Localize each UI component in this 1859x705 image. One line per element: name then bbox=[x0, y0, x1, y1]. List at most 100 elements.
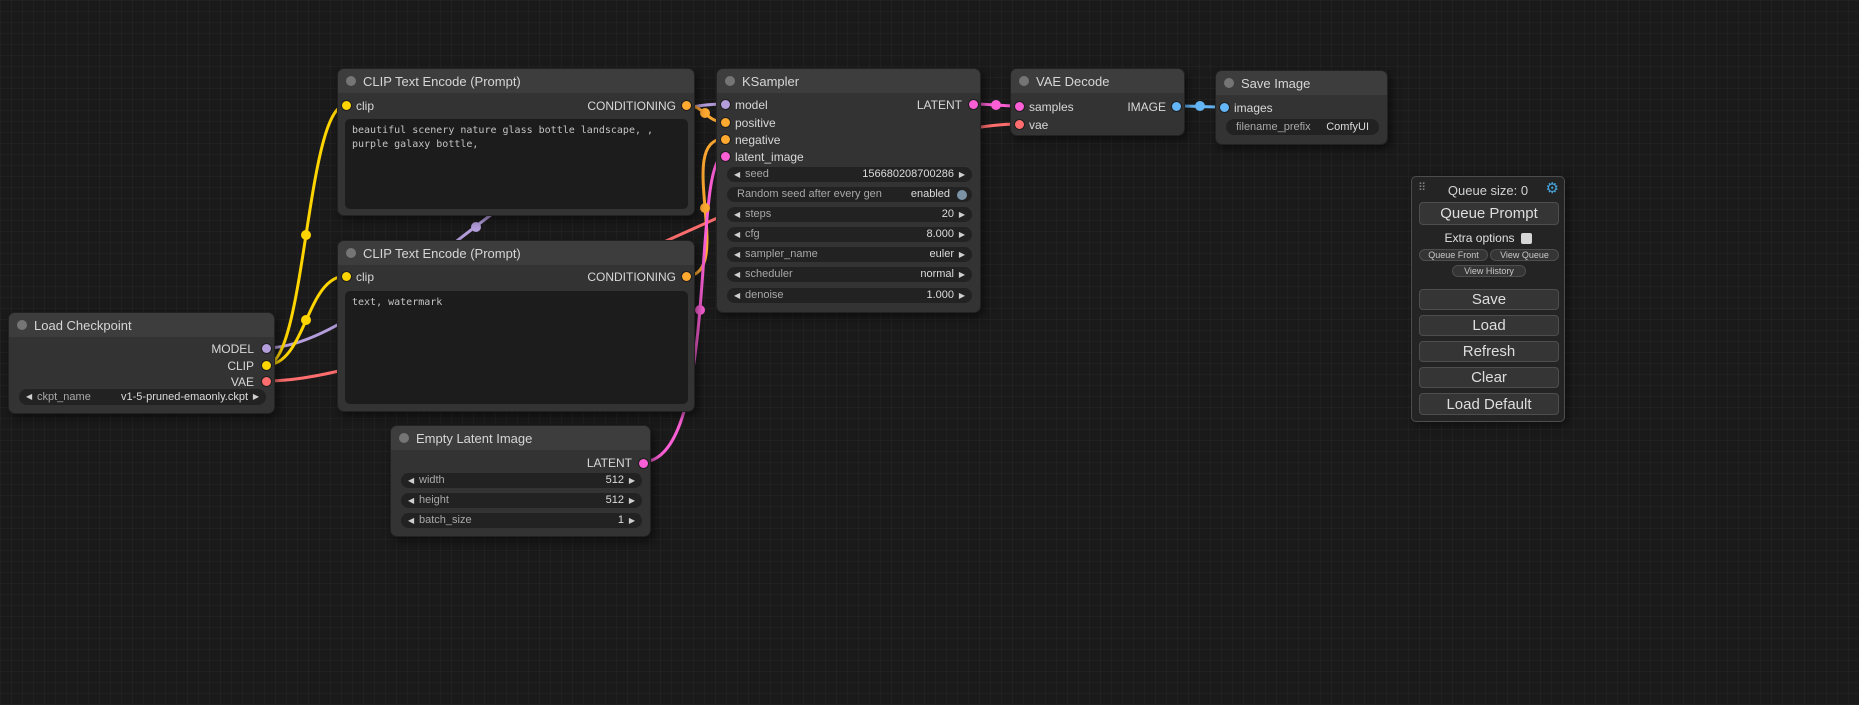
queue-front-button[interactable]: Queue Front bbox=[1419, 249, 1488, 261]
collapse-dot-icon[interactable] bbox=[17, 320, 27, 330]
decrement-arrow-icon[interactable]: ◀ bbox=[408, 513, 414, 528]
view-history-button[interactable]: View History bbox=[1452, 265, 1526, 277]
node-header[interactable]: CLIP Text Encode (Prompt) bbox=[338, 241, 694, 265]
collapse-dot-icon[interactable] bbox=[1224, 78, 1234, 88]
node-save-image[interactable]: Save Image images filename_prefix ComfyU… bbox=[1215, 70, 1388, 145]
refresh-button[interactable]: Refresh bbox=[1419, 341, 1559, 362]
increment-arrow-icon[interactable]: ▶ bbox=[959, 207, 965, 222]
widget-sampler-name[interactable]: ◀ sampler_name euler ▶ bbox=[727, 247, 972, 262]
input-label-samples: samples bbox=[1029, 100, 1074, 114]
wire-midpoint-dot bbox=[301, 315, 311, 325]
decrement-arrow-icon[interactable]: ◀ bbox=[408, 473, 414, 488]
decrement-arrow-icon[interactable]: ◀ bbox=[734, 167, 740, 182]
collapse-dot-icon[interactable] bbox=[346, 76, 356, 86]
view-queue-button[interactable]: View Queue bbox=[1490, 249, 1559, 261]
widget-filename-prefix[interactable]: filename_prefix ComfyUI bbox=[1226, 119, 1379, 135]
output-port-vae[interactable] bbox=[262, 377, 271, 386]
prev-arrow-icon[interactable]: ◀ bbox=[734, 267, 740, 282]
output-port-conditioning[interactable] bbox=[682, 272, 691, 281]
decrement-arrow-icon[interactable]: ◀ bbox=[734, 207, 740, 222]
input-port-latent-image[interactable] bbox=[721, 152, 730, 161]
widget-width[interactable]: ◀ width 512 ▶ bbox=[401, 473, 642, 488]
widget-label: scheduler bbox=[745, 267, 793, 282]
input-port-positive[interactable] bbox=[721, 118, 730, 127]
widget-random-seed[interactable]: Random seed after every gen enabled bbox=[727, 187, 972, 202]
node-vae-decode[interactable]: VAE Decode samples vae IMAGE bbox=[1010, 68, 1185, 136]
input-port-vae[interactable] bbox=[1015, 120, 1024, 129]
prompt-textarea[interactable]: beautiful scenery nature glass bottle la… bbox=[345, 119, 688, 209]
widget-label: sampler_name bbox=[745, 247, 818, 262]
input-port-model[interactable] bbox=[721, 100, 730, 109]
toggle-dot-icon[interactable] bbox=[957, 190, 967, 200]
node-ksampler[interactable]: KSampler model positive negative latent_… bbox=[716, 68, 981, 313]
node-load-checkpoint[interactable]: Load Checkpoint MODEL CLIP VAE ◀ ckpt_na… bbox=[8, 312, 275, 414]
input-port-clip[interactable] bbox=[342, 272, 351, 281]
node-header[interactable]: Empty Latent Image bbox=[391, 426, 650, 450]
output-port-image[interactable] bbox=[1172, 102, 1181, 111]
collapse-dot-icon[interactable] bbox=[1019, 76, 1029, 86]
node-header[interactable]: KSampler bbox=[717, 69, 980, 93]
output-port-conditioning[interactable] bbox=[682, 101, 691, 110]
output-port-clip[interactable] bbox=[262, 361, 271, 370]
clear-button[interactable]: Clear bbox=[1419, 367, 1559, 388]
output-port-latent[interactable] bbox=[639, 459, 648, 468]
node-clip-text-encode-positive[interactable]: CLIP Text Encode (Prompt) clip CONDITION… bbox=[337, 68, 695, 216]
widget-value: normal bbox=[920, 267, 954, 282]
node-header[interactable]: Load Checkpoint bbox=[9, 313, 274, 337]
save-button[interactable]: Save bbox=[1419, 289, 1559, 310]
prompt-textarea[interactable]: text, watermark bbox=[345, 291, 688, 404]
next-arrow-icon[interactable]: ▶ bbox=[959, 247, 965, 262]
load-button[interactable]: Load bbox=[1419, 315, 1559, 336]
wire-midpoint-dot bbox=[700, 108, 710, 118]
next-arrow-icon[interactable]: ▶ bbox=[253, 389, 259, 405]
widget-value: euler bbox=[930, 247, 954, 262]
increment-arrow-icon[interactable]: ▶ bbox=[959, 288, 965, 303]
node-empty-latent-image[interactable]: Empty Latent Image LATENT ◀ width 512 ▶ … bbox=[390, 425, 651, 537]
widget-cfg[interactable]: ◀ cfg 8.000 ▶ bbox=[727, 227, 972, 242]
widget-scheduler[interactable]: ◀ scheduler normal ▶ bbox=[727, 267, 972, 282]
decrement-arrow-icon[interactable]: ◀ bbox=[734, 227, 740, 242]
output-port-model[interactable] bbox=[262, 344, 271, 353]
widget-denoise[interactable]: ◀ denoise 1.000 ▶ bbox=[727, 288, 972, 303]
increment-arrow-icon[interactable]: ▶ bbox=[959, 227, 965, 242]
collapse-dot-icon[interactable] bbox=[399, 433, 409, 443]
node-header[interactable]: Save Image bbox=[1216, 71, 1387, 95]
node-clip-text-encode-negative[interactable]: CLIP Text Encode (Prompt) clip CONDITION… bbox=[337, 240, 695, 412]
widget-ckpt-name[interactable]: ◀ ckpt_name v1-5-pruned-emaonly.ckpt ▶ bbox=[19, 389, 266, 405]
load-default-button[interactable]: Load Default bbox=[1419, 393, 1559, 415]
input-port-negative[interactable] bbox=[721, 135, 730, 144]
increment-arrow-icon[interactable]: ▶ bbox=[629, 493, 635, 508]
decrement-arrow-icon[interactable]: ◀ bbox=[734, 288, 740, 303]
widget-label: batch_size bbox=[419, 513, 472, 528]
output-port-latent[interactable] bbox=[969, 100, 978, 109]
widget-seed[interactable]: ◀ seed 156680208700286 ▶ bbox=[727, 167, 972, 182]
increment-arrow-icon[interactable]: ▶ bbox=[959, 167, 965, 182]
node-header[interactable]: CLIP Text Encode (Prompt) bbox=[338, 69, 694, 93]
input-label-images: images bbox=[1234, 101, 1273, 115]
widget-height[interactable]: ◀ height 512 ▶ bbox=[401, 493, 642, 508]
widget-steps[interactable]: ◀ steps 20 ▶ bbox=[727, 207, 972, 222]
widget-value: 1 bbox=[618, 513, 624, 528]
collapse-dot-icon[interactable] bbox=[346, 248, 356, 258]
extra-options-checkbox[interactable] bbox=[1521, 233, 1532, 244]
widget-value: ComfyUI bbox=[1326, 119, 1369, 135]
input-port-samples[interactable] bbox=[1015, 102, 1024, 111]
prev-arrow-icon[interactable]: ◀ bbox=[734, 247, 740, 262]
input-port-clip[interactable] bbox=[342, 101, 351, 110]
node-graph-canvas[interactable]: Load Checkpoint MODEL CLIP VAE ◀ ckpt_na… bbox=[0, 0, 1859, 705]
increment-arrow-icon[interactable]: ▶ bbox=[629, 473, 635, 488]
next-arrow-icon[interactable]: ▶ bbox=[959, 267, 965, 282]
widget-label: steps bbox=[745, 207, 771, 222]
queue-prompt-button[interactable]: Queue Prompt bbox=[1419, 202, 1559, 225]
widget-batch-size[interactable]: ◀ batch_size 1 ▶ bbox=[401, 513, 642, 528]
increment-arrow-icon[interactable]: ▶ bbox=[629, 513, 635, 528]
node-title: CLIP Text Encode (Prompt) bbox=[363, 246, 521, 261]
node-header[interactable]: VAE Decode bbox=[1011, 69, 1184, 93]
prev-arrow-icon[interactable]: ◀ bbox=[26, 389, 32, 405]
collapse-dot-icon[interactable] bbox=[725, 76, 735, 86]
decrement-arrow-icon[interactable]: ◀ bbox=[408, 493, 414, 508]
widget-label: filename_prefix bbox=[1236, 119, 1311, 135]
queue-menu-panel: ⠿ Queue size: 0 ⚙ Queue Prompt Extra opt… bbox=[1411, 176, 1565, 422]
settings-gear-icon[interactable]: ⚙ bbox=[1546, 179, 1559, 197]
input-port-images[interactable] bbox=[1220, 103, 1229, 112]
